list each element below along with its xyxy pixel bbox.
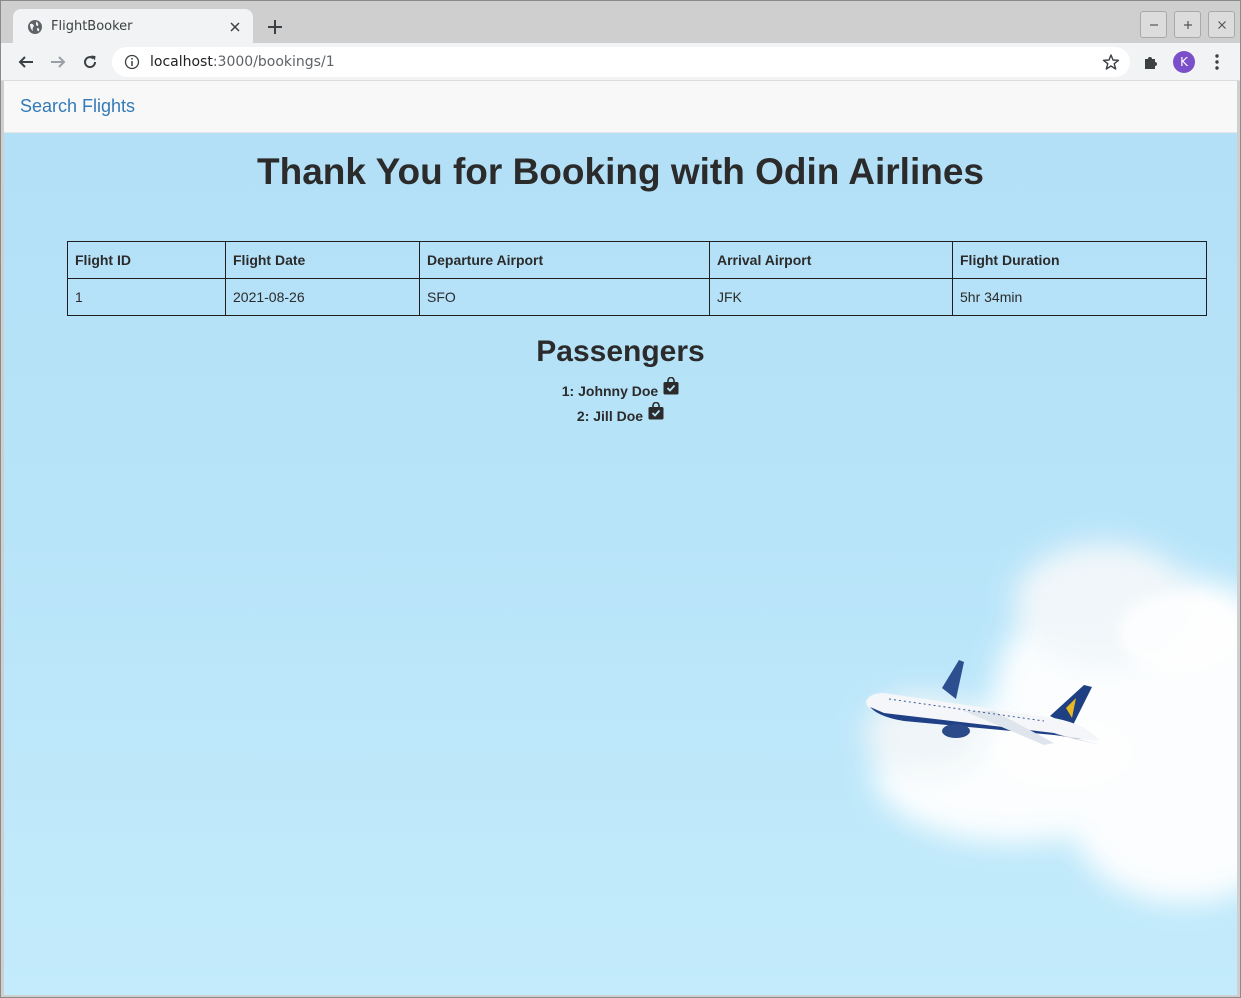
- forward-arrow-icon[interactable]: [44, 48, 72, 76]
- new-tab-icon[interactable]: [263, 15, 287, 39]
- page-title: Thank You for Booking with Odin Airlines: [257, 151, 984, 192]
- browser-tab[interactable]: FlightBooker: [13, 9, 253, 44]
- minimize-icon[interactable]: [1140, 11, 1167, 38]
- flight-details-table: Flight ID Flight Date Departure Airport …: [67, 241, 1207, 316]
- maximize-icon[interactable]: [1174, 11, 1201, 38]
- passenger-list: 1: Johnny Doe 2: Jill Doe: [4, 376, 1237, 428]
- cell-flight-duration: 5hr 34min: [952, 278, 1207, 316]
- list-item: 1: Johnny Doe: [4, 376, 1237, 403]
- info-icon[interactable]: [124, 54, 140, 70]
- profile-avatar[interactable]: K: [1173, 51, 1195, 73]
- cell-flight-id: 1: [67, 278, 226, 316]
- table-row: 1 2021-08-26 SFO JFK 5hr 34min: [67, 278, 1207, 316]
- browser-toolbar: localhost:3000/bookings/1 K: [1, 43, 1240, 81]
- cell-arrival-airport: JFK: [709, 278, 953, 316]
- page-viewport: Search Flights Thank You for Booking wit…: [4, 81, 1237, 995]
- url-text[interactable]: localhost:3000/bookings/1: [150, 54, 1102, 70]
- table-header-row: Flight ID Flight Date Departure Airport …: [67, 241, 1207, 279]
- bookmark-star-icon[interactable]: [1102, 53, 1120, 71]
- url-path: :3000/bookings/1: [212, 54, 335, 70]
- sky-background: Thank You for Booking with Odin Airlines…: [4, 133, 1237, 995]
- close-tab-icon[interactable]: [227, 19, 243, 35]
- tab-strip: FlightBooker: [1, 1, 1240, 44]
- browser-window: FlightBooker localhost:3000/bookings/1 K…: [0, 0, 1241, 998]
- search-flights-link[interactable]: Search Flights: [20, 96, 135, 117]
- cell-departure-airport: SFO: [419, 278, 710, 316]
- list-item: 2: Jill Doe: [4, 401, 1237, 428]
- back-arrow-icon[interactable]: [12, 48, 40, 76]
- url-host: localhost: [150, 54, 213, 70]
- address-bar[interactable]: localhost:3000/bookings/1: [112, 47, 1130, 77]
- header-arrival-airport: Arrival Airport: [709, 241, 953, 279]
- site-navbar: Search Flights: [4, 81, 1237, 133]
- bag-check-icon: [663, 376, 679, 403]
- header-flight-id: Flight ID: [67, 241, 226, 279]
- header-flight-date: Flight Date: [225, 241, 420, 279]
- globe-icon: [27, 19, 43, 35]
- reload-icon[interactable]: [76, 48, 104, 76]
- close-window-icon[interactable]: [1208, 11, 1235, 38]
- cell-flight-date: 2021-08-26: [225, 278, 420, 316]
- extensions-puzzle-icon[interactable]: [1142, 53, 1160, 71]
- header-flight-duration: Flight Duration: [952, 241, 1207, 279]
- passenger-name: 1: Johnny Doe: [561, 383, 659, 399]
- bag-check-icon: [648, 401, 664, 428]
- passengers-heading: Passengers: [536, 335, 705, 368]
- kebab-menu-icon[interactable]: [1208, 52, 1226, 72]
- tab-title: FlightBooker: [51, 19, 133, 34]
- passenger-name: 2: Jill Doe: [576, 408, 644, 424]
- header-departure-airport: Departure Airport: [419, 241, 710, 279]
